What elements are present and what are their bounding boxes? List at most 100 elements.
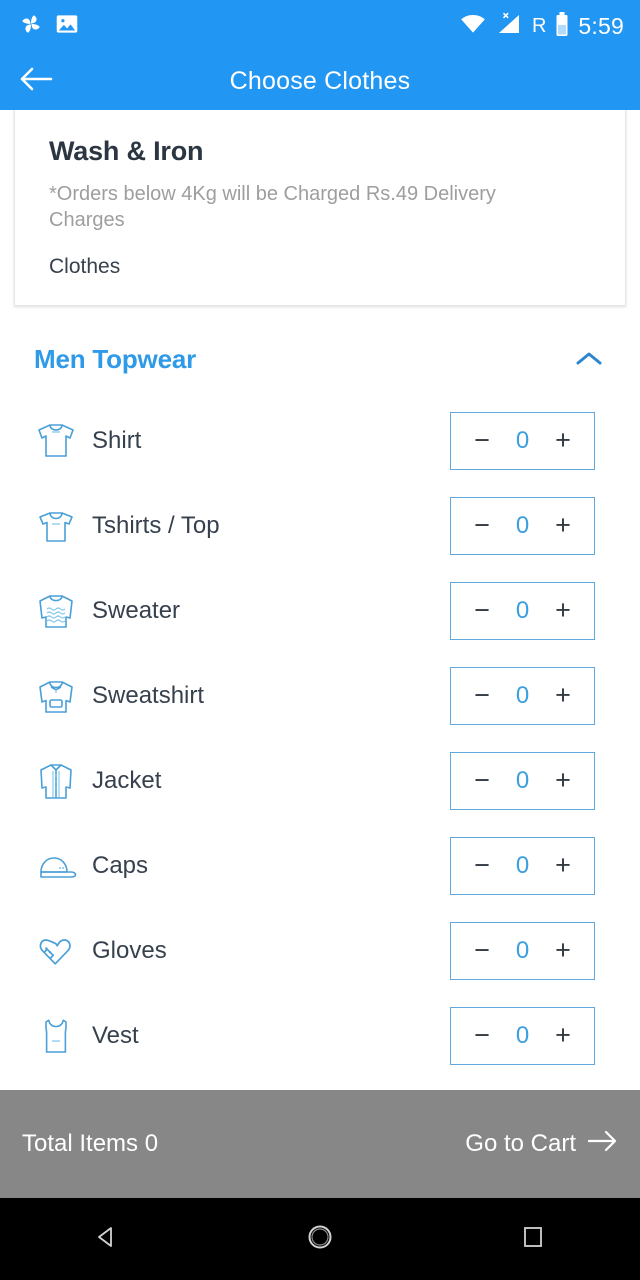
quantity-stepper[interactable]: −0 + [450, 581, 595, 640]
increment-button[interactable]: + [550, 852, 576, 879]
roaming-indicator: R [531, 15, 547, 37]
section-header-men-topwear[interactable]: Men Topwear [0, 306, 640, 398]
item-row: Jacket −0 + [0, 738, 640, 823]
item-info: Tshirts / Top [34, 503, 450, 549]
scroll-content[interactable]: Wash & Iron *Orders below 4Kg will be Ch… [0, 110, 640, 1090]
nav-home-circle-icon [305, 1222, 335, 1257]
quantity-value: 0 [515, 681, 530, 709]
delivery-charge-note: *Orders below 4Kg will be Charged Rs.49 … [49, 183, 496, 231]
phone-screen: R 5:59 Choose Clothes Wash & Iron *Order… [0, 0, 640, 1280]
gloves-icon [34, 928, 78, 974]
quantity-value: 0 [515, 936, 530, 964]
wifi-icon [460, 14, 486, 39]
service-category-label: Clothes [49, 255, 121, 278]
jacket-icon [34, 758, 78, 804]
increment-button[interactable]: + [550, 427, 576, 454]
photos-pinwheel-icon [18, 11, 44, 42]
item-label: Sweatshirt [92, 681, 205, 709]
item-row: Shirt −0 + [0, 398, 640, 483]
go-to-cart-button[interactable]: Go to Cart [465, 1130, 618, 1159]
page-title: Choose Clothes [229, 66, 411, 95]
increment-button[interactable]: + [550, 597, 576, 624]
decrement-button[interactable]: − [469, 682, 495, 709]
item-label: Caps [92, 851, 149, 879]
total-items-label: Total Items 0 [22, 1130, 159, 1157]
quantity-value: 0 [515, 766, 530, 794]
clothing-item-list: Shirt −0 + Tshirts / Top −0 + Sweater −0 + Sweats… [0, 398, 640, 1078]
arrow-left-icon [19, 64, 53, 99]
section-title: Men Topwear [34, 343, 197, 374]
sweater-icon [34, 588, 78, 634]
quantity-value: 0 [515, 851, 530, 879]
nav-recents-button[interactable] [488, 1198, 578, 1280]
decrement-button[interactable]: − [469, 597, 495, 624]
go-to-cart-label: Go to Cart [465, 1130, 576, 1157]
item-row: Caps −0 + [0, 823, 640, 908]
service-info-card: Wash & Iron *Orders below 4Kg will be Ch… [14, 110, 626, 306]
quantity-stepper[interactable]: −0 + [450, 751, 595, 810]
nav-back-button[interactable] [62, 1198, 152, 1280]
cart-summary-bar: Total Items 0 Go to Cart [0, 1090, 640, 1198]
quantity-value: 0 [515, 426, 530, 454]
app-bar: Choose Clothes [0, 52, 640, 110]
item-info: Jacket [34, 758, 450, 804]
quantity-stepper[interactable]: −0 + [450, 411, 595, 470]
gallery-image-icon [54, 11, 80, 42]
decrement-button[interactable]: − [469, 937, 495, 964]
android-navigation-bar [0, 1198, 640, 1280]
item-row: Sweatshirt −0 + [0, 653, 640, 738]
quantity-value: 0 [515, 1021, 530, 1049]
item-label: Sweater [92, 596, 181, 624]
item-label: Vest [92, 1021, 139, 1049]
decrement-button[interactable]: − [469, 852, 495, 879]
item-row: Gloves −0 + [0, 908, 640, 993]
quantity-value: 0 [515, 596, 530, 624]
item-label: Shirt [92, 426, 142, 454]
item-row: Tshirts / Top −0 + [0, 483, 640, 568]
item-info: Vest [34, 1013, 450, 1059]
nav-recents-square-icon [521, 1225, 545, 1254]
item-info: Shirt [34, 418, 450, 464]
item-info: Caps [34, 843, 450, 889]
decrement-button[interactable]: − [469, 1022, 495, 1049]
item-info: Sweater [34, 588, 450, 634]
status-bar-clock: 5:59 [578, 12, 624, 39]
sweatshirt-icon [34, 673, 78, 719]
increment-button[interactable]: + [550, 682, 576, 709]
increment-button[interactable]: + [550, 767, 576, 794]
decrement-button[interactable]: − [469, 767, 495, 794]
chevron-up-icon[interactable] [572, 342, 606, 376]
quantity-stepper[interactable]: −0 + [450, 666, 595, 725]
status-bar: R 5:59 [0, 0, 640, 52]
shirt-icon [34, 418, 78, 464]
nav-home-button[interactable] [275, 1198, 365, 1280]
increment-button[interactable]: + [550, 512, 576, 539]
increment-button[interactable]: + [550, 1022, 576, 1049]
quantity-stepper[interactable]: −0 + [450, 496, 595, 555]
battery-icon [555, 11, 569, 42]
decrement-button[interactable]: − [469, 512, 495, 539]
quantity-stepper[interactable]: −0 + [450, 921, 595, 980]
nav-back-triangle-icon [94, 1224, 120, 1255]
item-row: Sweater −0 + [0, 568, 640, 653]
item-info: Gloves [34, 928, 450, 974]
status-bar-indicators: R 5:59 [460, 11, 624, 42]
item-label: Jacket [92, 766, 162, 794]
arrow-right-icon [587, 1130, 618, 1159]
service-title: Wash & Iron [49, 136, 204, 166]
back-button[interactable] [0, 52, 72, 110]
item-label: Tshirts / Top [92, 511, 220, 539]
tshirt-icon [34, 503, 78, 549]
cap-icon [34, 843, 78, 889]
quantity-value: 0 [515, 511, 530, 539]
quantity-stepper[interactable]: −0 + [450, 836, 595, 895]
cell-signal-no-sim-icon [495, 12, 523, 41]
quantity-stepper[interactable]: −0 + [450, 1006, 595, 1065]
vest-icon [34, 1013, 78, 1059]
item-info: Sweatshirt [34, 673, 450, 719]
item-row: Vest −0 + [0, 993, 640, 1078]
increment-button[interactable]: + [550, 937, 576, 964]
status-bar-notifications [18, 11, 80, 42]
decrement-button[interactable]: − [469, 427, 495, 454]
item-label: Gloves [92, 936, 167, 964]
